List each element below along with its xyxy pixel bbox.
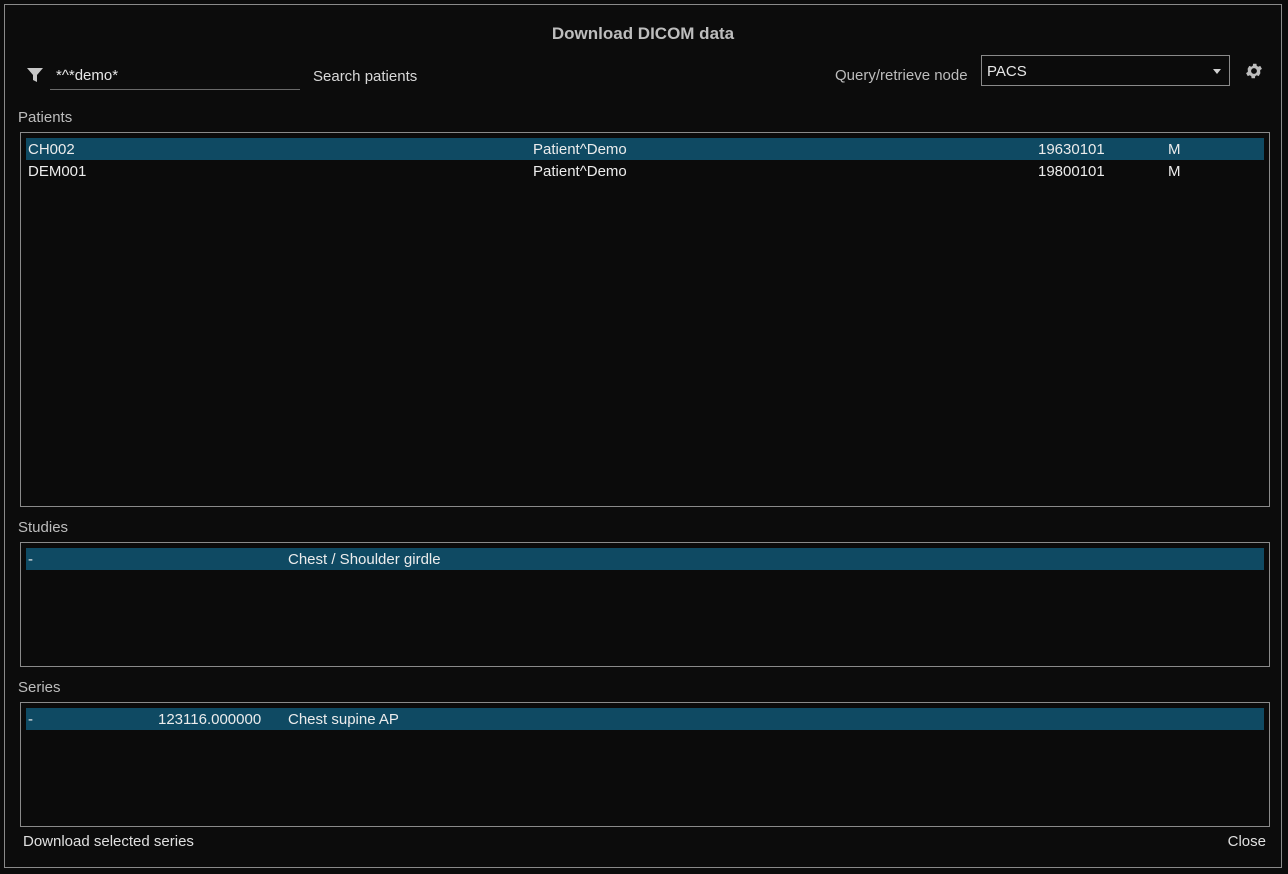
download-selected-series-button[interactable]: Download selected series: [23, 833, 194, 850]
series-description: Chest supine AP: [288, 711, 399, 728]
patient-birthdate: 19800101: [1038, 163, 1105, 180]
series-list[interactable]: - 123116.000000 Chest supine AP: [20, 702, 1270, 827]
series-row[interactable]: - 123116.000000 Chest supine AP: [26, 708, 1264, 730]
patient-id: CH002: [28, 141, 75, 158]
patient-row[interactable]: CH002 Patient^Demo 19630101 M: [26, 138, 1264, 160]
filter-icon: [27, 68, 43, 82]
patient-id: DEM001: [28, 163, 87, 180]
patients-list[interactable]: CH002 Patient^Demo 19630101 M DEM001 Pat…: [20, 132, 1270, 507]
study-row[interactable]: - Chest / Shoulder girdle: [26, 548, 1264, 570]
series-time: 123116.000000: [158, 711, 262, 728]
study-description: Chest / Shoulder girdle: [288, 551, 441, 568]
dialog-title: Download DICOM data: [551, 24, 735, 43]
series-date: -: [28, 711, 33, 728]
gear-icon[interactable]: [1244, 61, 1264, 81]
series-label: Series: [18, 679, 61, 696]
search-patients-button[interactable]: Search patients: [308, 65, 422, 87]
study-date: -: [28, 551, 33, 568]
patients-label: Patients: [18, 109, 73, 126]
chevron-down-icon: [1213, 69, 1221, 74]
studies-list[interactable]: - Chest / Shoulder girdle: [20, 542, 1270, 667]
close-button[interactable]: Close: [1228, 833, 1266, 850]
patient-name: Patient^Demo: [533, 141, 627, 158]
patient-birthdate: 19630101: [1038, 141, 1105, 158]
patient-sex: M: [1168, 141, 1181, 158]
download-dicom-dialog: Download DICOM data Search patients Quer…: [4, 4, 1282, 868]
patient-sex: M: [1168, 163, 1181, 180]
studies-label: Studies: [18, 519, 69, 536]
query-node-label: Query/retrieve node: [835, 67, 968, 84]
query-node-value: PACS: [987, 63, 1027, 80]
patient-row[interactable]: DEM001 Patient^Demo 19800101 M: [26, 160, 1264, 182]
search-input[interactable]: [50, 62, 300, 90]
patient-name: Patient^Demo: [533, 163, 627, 180]
query-node-select[interactable]: PACS: [981, 55, 1230, 86]
